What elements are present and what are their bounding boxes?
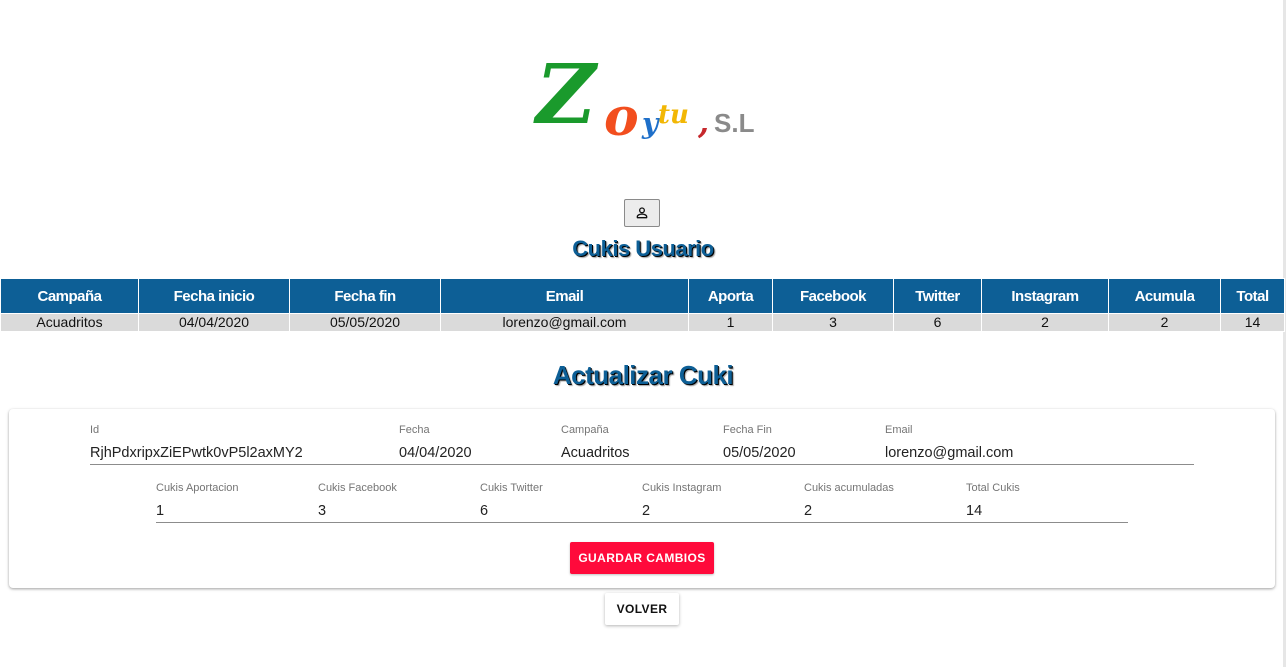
- column-header-total: Total: [1220, 278, 1285, 314]
- column-header-email: Email: [440, 278, 689, 314]
- email-field-value[interactable]: lorenzo@gmail.com: [885, 444, 1185, 462]
- table-header-row: Campaña Fecha inicio Fecha fin Email Apo…: [0, 278, 1285, 314]
- cell-instagram: 2: [981, 313, 1109, 332]
- save-changes-button[interactable]: GUARDAR CAMBIOS: [570, 542, 714, 574]
- cell-campana: Acuadritos: [0, 313, 139, 332]
- column-header-fecha-inicio: Fecha inicio: [138, 278, 290, 314]
- cell-acumula: 2: [1108, 313, 1221, 332]
- column-header-twitter: Twitter: [893, 278, 982, 314]
- campana-field-label: Campaña: [561, 424, 609, 436]
- cell-twitter: 6: [893, 313, 982, 332]
- update-cuki-title: Actualizar Cuki: [552, 360, 734, 390]
- column-header-fecha-fin: Fecha fin: [289, 278, 441, 314]
- logo-letters-tu: tu: [658, 100, 689, 130]
- cukis-aportacion-value[interactable]: 1: [156, 502, 306, 520]
- cukis-twitter-label: Cukis Twitter: [480, 482, 543, 494]
- logo-letter-y: y: [642, 107, 659, 140]
- cell-fecha-inicio: 04/04/2020: [138, 313, 290, 332]
- cukis-table: Campaña Fecha inicio Fecha fin Email Apo…: [0, 278, 1285, 332]
- logo-letter-z: Z: [536, 47, 596, 143]
- id-field-label: Id: [90, 424, 100, 436]
- email-field[interactable]: Email lorenzo@gmail.com: [885, 424, 1185, 462]
- cukis-facebook-label: Cukis Facebook: [318, 482, 397, 494]
- cell-email: lorenzo@gmail.com: [440, 313, 689, 332]
- row-1-underline: [90, 464, 1194, 465]
- cukis-twitter-field[interactable]: Cukis Twitter 6: [480, 482, 630, 520]
- person-icon: [636, 207, 648, 219]
- id-field-value[interactable]: RjhPdxripxZiEPwtk0vP5l2axMY2: [90, 444, 390, 462]
- logo-letter-o: o: [604, 87, 639, 148]
- company-logo: Z o y tu , S.L: [536, 54, 766, 153]
- cukis-instagram-label: Cukis Instagram: [642, 482, 722, 494]
- column-header-instagram: Instagram: [981, 278, 1109, 314]
- id-field[interactable]: Id RjhPdxripxZiEPwtk0vP5l2axMY2: [90, 424, 390, 462]
- campana-field[interactable]: Campaña Acuadritos: [561, 424, 711, 462]
- cukis-instagram-field[interactable]: Cukis Instagram 2: [642, 482, 792, 520]
- column-header-aporta: Aporta: [688, 278, 773, 314]
- total-cukis-label: Total Cukis: [966, 482, 1020, 494]
- column-header-acumula: Acumula: [1108, 278, 1221, 314]
- fecha-fin-field-value[interactable]: 05/05/2020: [723, 444, 873, 462]
- fecha-field[interactable]: Fecha 04/04/2020: [399, 424, 549, 462]
- table-row[interactable]: Acuadritos 04/04/2020 05/05/2020 lorenzo…: [0, 313, 1285, 332]
- cukis-facebook-value[interactable]: 3: [318, 502, 468, 520]
- cell-total: 14: [1220, 313, 1285, 332]
- cell-aporta: 1: [688, 313, 773, 332]
- cukis-facebook-field[interactable]: Cukis Facebook 3: [318, 482, 468, 520]
- fecha-field-value[interactable]: 04/04/2020: [399, 444, 549, 462]
- fecha-fin-field-label: Fecha Fin: [723, 424, 772, 436]
- user-profile-button[interactable]: [624, 199, 660, 227]
- total-cukis-value[interactable]: 14: [966, 502, 1116, 520]
- fecha-field-label: Fecha: [399, 424, 430, 436]
- cukis-instagram-value[interactable]: 2: [642, 502, 792, 520]
- row-2-underline: [156, 522, 1128, 523]
- logo-suffix: S.L: [714, 108, 755, 138]
- cukis-twitter-value[interactable]: 6: [480, 502, 630, 520]
- email-field-label: Email: [885, 424, 913, 436]
- cell-fecha-fin: 05/05/2020: [289, 313, 441, 332]
- cukis-aportacion-field[interactable]: Cukis Aportacion 1: [156, 482, 306, 520]
- column-header-facebook: Facebook: [772, 278, 894, 314]
- total-cukis-field[interactable]: Total Cukis 14: [966, 482, 1116, 520]
- cell-facebook: 3: [772, 313, 894, 332]
- back-button[interactable]: VOLVER: [605, 593, 679, 625]
- logo-comma: ,: [698, 103, 710, 141]
- cukis-aportacion-label: Cukis Aportacion: [156, 482, 239, 494]
- column-header-campana: Campaña: [0, 278, 139, 314]
- campana-field-value[interactable]: Acuadritos: [561, 444, 711, 462]
- user-cukis-title: Cukis Usuario: [572, 236, 714, 261]
- fecha-fin-field[interactable]: Fecha Fin 05/05/2020: [723, 424, 873, 462]
- cukis-acumuladas-value[interactable]: 2: [804, 502, 954, 520]
- cukis-acumuladas-label: Cukis acumuladas: [804, 482, 894, 494]
- cukis-acumuladas-field[interactable]: Cukis acumuladas 2: [804, 482, 954, 520]
